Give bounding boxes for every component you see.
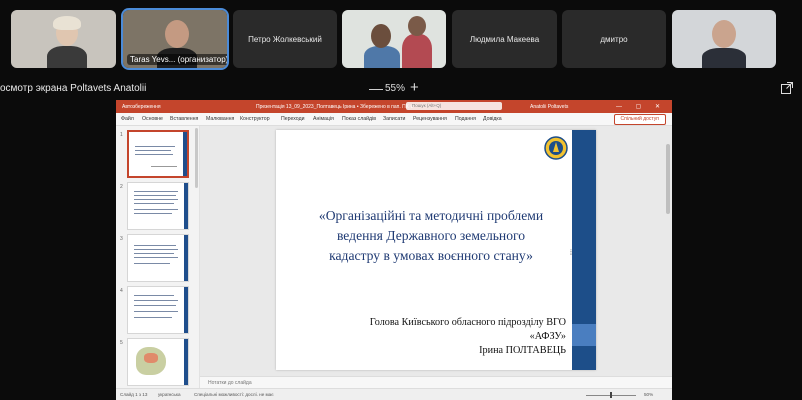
tab-transitions[interactable]: Переходи [281, 116, 305, 122]
user-account[interactable]: Anatolii Poltavets [530, 104, 568, 110]
zoom-in-button[interactable]: + [410, 79, 419, 96]
participant-video [342, 10, 446, 68]
thumbnails-scrollbar[interactable] [195, 128, 198, 188]
tab-draw[interactable]: Малювання [206, 116, 234, 122]
slide-title-line: «Організаційні та методичні проблеми [318, 208, 544, 223]
screen-share-bar: осмотр экрана Poltavets Anatolii — 55% + [0, 78, 802, 100]
slide-thumbnail-4[interactable] [127, 286, 189, 334]
mouse-cursor-icon: ⁞ [570, 250, 572, 257]
participant-tile-4[interactable] [342, 10, 446, 68]
ppt-title-bar: Автозбереження Презентація 13_09_2023_По… [116, 100, 672, 113]
zoom-out-button[interactable]: — [369, 80, 383, 96]
participant-tile-7[interactable] [672, 10, 776, 68]
share-button[interactable]: Спільний доступ [613, 114, 666, 125]
participant-name-label: Taras Yevs... (организатор) [127, 54, 227, 65]
participant-strip: Taras Yevs... (организатор) Петро Жолкев… [0, 0, 802, 78]
ribbon-tabs: Файл Основне Вставлення Малювання Констр… [116, 113, 672, 126]
autosave-toggle[interactable]: Автозбереження [122, 104, 161, 110]
powerpoint-window: Автозбереження Презентація 13_09_2023_По… [116, 100, 672, 400]
participant-tile-1[interactable] [11, 10, 116, 68]
participant-tile-organizer[interactable]: Taras Yevs... (организатор) [121, 8, 229, 70]
participant-name: Людмила Макеева [469, 34, 540, 44]
slide-thumbnails-pane: 1 2 3 4 5 [116, 126, 200, 388]
participant-name: Петро Жолкевський [248, 34, 322, 44]
participant-tile-6[interactable]: дмитро [562, 10, 666, 68]
thumbnail-number: 1 [120, 132, 123, 138]
popout-window-icon[interactable] [780, 81, 794, 95]
participant-video [672, 10, 776, 68]
zoom-level: 55% [385, 83, 406, 94]
participant-tile-3[interactable]: Петро Жолкевський [233, 10, 337, 68]
slide-thumbnail-2[interactable] [127, 182, 189, 230]
current-slide[interactable]: «Організаційні та методичні проблеми вед… [276, 130, 596, 370]
zoom-slider-knob[interactable] [610, 392, 612, 398]
participant-tile-5[interactable]: Людмила Макеева [452, 10, 557, 68]
tab-view[interactable]: Подання [455, 116, 476, 122]
tab-slideshow[interactable]: Показ слайдів [342, 116, 376, 122]
thumbnail-number: 2 [120, 184, 123, 190]
slide-thumbnail-5[interactable] [127, 338, 189, 386]
slide-title: «Організаційні та методичні проблеми вед… [296, 206, 566, 266]
slide-thumbnail-1[interactable] [127, 130, 189, 178]
thumbnail-number: 3 [120, 236, 123, 242]
document-title[interactable]: Презентація 13_09_2023_Полтавець Ірина •… [256, 104, 414, 110]
slide-author: Голова Київського обласного підрозділу В… [316, 316, 566, 358]
thumbnail-number: 5 [120, 340, 123, 346]
slide-counter: Слайд 1 з 13 [120, 392, 148, 397]
notes-placeholder: Нотатки до слайда [208, 380, 252, 386]
tab-review[interactable]: Рецензування [413, 116, 447, 122]
screen-share-title: осмотр экрана Poltavets Anatolii [0, 83, 147, 94]
window-controls[interactable]: — ▢ ✕ [616, 103, 666, 110]
slide-author-line: Ірина ПОЛТАВЕЦЬ [479, 345, 566, 356]
tab-animations[interactable]: Анімація [313, 116, 334, 122]
organization-logo-icon [544, 136, 568, 160]
tab-file[interactable]: Файл [121, 116, 134, 122]
slide-author-line: Голова Київського обласного підрозділу В… [369, 317, 566, 328]
slide-author-line: «АФЗУ» [529, 331, 566, 342]
status-bar: Слайд 1 з 13 українська Спеціальні можли… [116, 388, 672, 400]
thumbnail-number: 4 [120, 288, 123, 294]
status-zoom-level[interactable]: 50% [644, 392, 653, 397]
slide-editor: «Організаційні та методичні проблеми вед… [200, 126, 672, 376]
participant-name: дмитро [600, 34, 628, 44]
editor-scrollbar[interactable] [666, 130, 670, 370]
search-box[interactable]: Пошук (Alt+Q) [406, 102, 502, 110]
tab-home[interactable]: Основне [142, 116, 163, 122]
language-indicator[interactable]: українська [158, 392, 181, 397]
slide-title-line: ведення Державного земельного [336, 228, 526, 243]
slide-thumbnail-3[interactable] [127, 234, 189, 282]
tab-design[interactable]: Конструктор [240, 116, 270, 122]
slide-title-line: кадастру в умовах воєнного стану» [329, 248, 533, 263]
accessibility-status[interactable]: Спеціальні можливості: дослі. не має [194, 392, 274, 397]
slide-side-accent [572, 324, 596, 346]
participant-video [11, 10, 116, 68]
tab-insert[interactable]: Вставлення [170, 116, 198, 122]
tab-record[interactable]: Записати [383, 116, 405, 122]
tab-help[interactable]: Довідка [483, 116, 502, 122]
